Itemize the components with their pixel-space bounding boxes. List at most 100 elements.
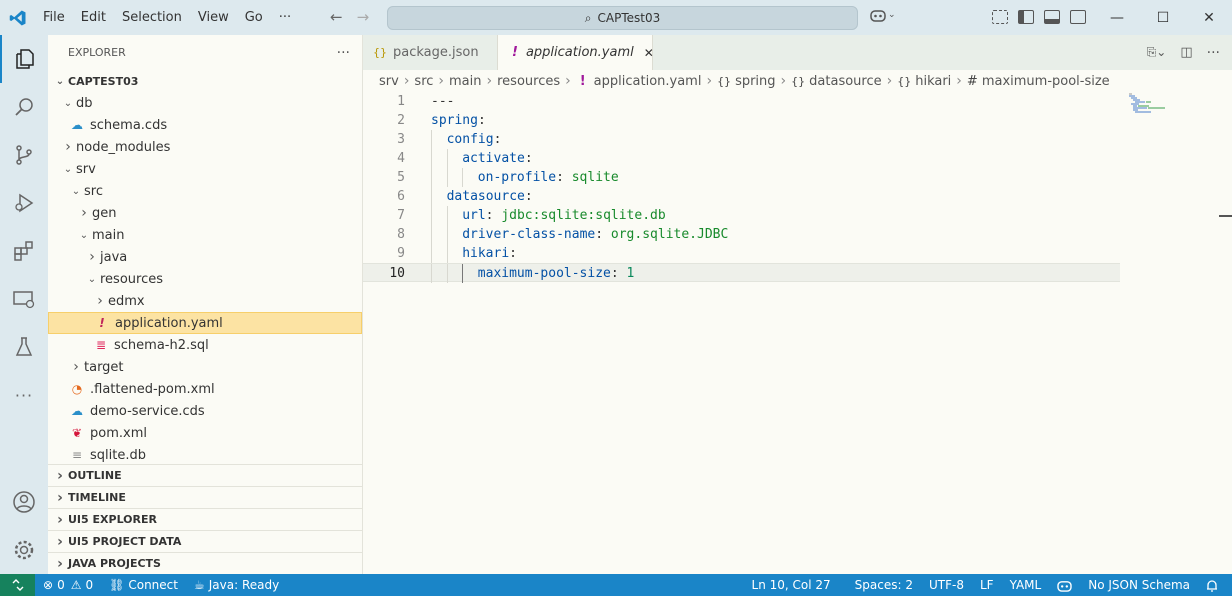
minimap[interactable] [1127,92,1177,116]
toggle-primary-sidebar-icon[interactable] [1018,10,1034,24]
testing-flask-icon[interactable] [0,323,48,371]
tree-file[interactable]: ☁ demo-service.cds [48,400,362,422]
code-line[interactable]: 1 --- [363,92,1120,111]
code-token: : [493,132,502,147]
end-of-line[interactable]: LF [972,578,1002,592]
more-actions-icon[interactable]: ··· [337,45,350,61]
tree-folder[interactable]: ⌄ resources [48,268,362,290]
tree-file[interactable]: ≡ sqlite.db [48,444,362,466]
remote-explorer-icon[interactable] [0,275,48,323]
tree-folder[interactable]: › edmx [48,290,362,312]
json-schema-status[interactable]: No JSON Schema [1080,578,1198,592]
menu-view[interactable]: View [190,0,237,35]
code-editor[interactable]: 1 --- 2 spring: 3 config: 4 activate: 5 on-profil… [363,92,1120,283]
panel-ui5-project-data[interactable]: › UI5 PROJECT DATA [48,530,362,552]
error-count: 0 [57,578,65,592]
tree-folder[interactable]: ⌄ src [48,180,362,202]
panel-label: TIMELINE [68,491,126,504]
breadcrumb-item[interactable]: {} datasource [791,74,881,89]
workspace-root[interactable]: ⌄ CAPTEST03 [48,70,362,92]
menu-bar: File Edit Selection View Go ··· [35,0,299,35]
split-editor-icon[interactable]: ◫ [1180,45,1192,60]
extensions-icon[interactable] [0,227,48,275]
toggle-panel-icon[interactable] [1044,10,1060,24]
code-line[interactable]: 9 hikari: [363,244,1120,263]
tree-folder[interactable]: › target [48,356,362,378]
more-actions-icon[interactable]: ··· [1207,45,1220,61]
search-icon[interactable] [0,83,48,131]
tree-file[interactable]: ❦ pom.xml [48,422,362,444]
customize-layout-icon[interactable] [992,10,1008,24]
breadcrumb-item[interactable]: ! application.yaml [576,74,702,89]
java-status[interactable]: ☕ Java: Ready [186,578,287,592]
indent-guide [462,264,464,283]
run-debug-icon[interactable] [0,179,48,227]
command-center-search[interactable]: ⌕ CAPTest03 [387,6,858,30]
settings-gear-icon[interactable] [0,526,48,574]
back-arrow-icon[interactable]: ← [330,0,343,35]
code-token: activate [462,151,525,166]
indentation[interactable]: Spaces: 2 [847,578,921,592]
menu-go[interactable]: Go [237,0,271,35]
maximize-icon[interactable]: ☐ [1140,0,1186,35]
breadcrumb-item[interactable]: resources [497,74,560,89]
close-tab-icon[interactable]: ✕ [644,46,654,60]
tree-item-label: main [92,227,125,243]
explorer-icon[interactable] [0,35,48,83]
open-preview-icon[interactable]: ⎘⌄ [1147,45,1167,60]
tab-label: application.yaml [525,45,634,60]
forward-arrow-icon[interactable]: → [357,0,370,35]
source-control-icon[interactable] [0,131,48,179]
breadcrumb-item[interactable]: {} spring [717,74,775,89]
accounts-icon[interactable] [0,478,48,526]
toggle-secondary-sidebar-icon[interactable] [1070,10,1086,24]
panel-outline[interactable]: › OUTLINE [48,464,362,486]
panel-ui5-explorer[interactable]: › UI5 EXPLORER [48,508,362,530]
minimize-icon[interactable]: — [1094,0,1140,35]
code-line[interactable]: 5 on-profile: sqlite [363,168,1120,187]
notifications-bell-icon[interactable] [1198,579,1226,592]
encoding[interactable]: UTF-8 [921,578,972,592]
menu-selection[interactable]: Selection [114,0,190,35]
menu-edit[interactable]: Edit [73,0,114,35]
code-line[interactable]: 8 driver-class-name: org.sqlite.JDBC [363,225,1120,244]
tree-folder[interactable]: › node_modules [48,136,362,158]
tree-folder[interactable]: ⌄ db [48,92,362,114]
breadcrumb-item[interactable]: src [414,74,433,89]
language-mode[interactable]: YAML [1002,578,1050,592]
cursor-position[interactable]: Ln 10, Col 27 [744,578,839,592]
tree-folder[interactable]: ⌄ srv [48,158,362,180]
remote-indicator-icon[interactable] [0,574,35,596]
tree-folder[interactable]: ⌄ main [48,224,362,246]
close-icon[interactable]: ✕ [1186,0,1232,35]
java-label: Java: Ready [208,578,280,592]
tree-file[interactable]: ☁ schema.cds [48,114,362,136]
tree-folder[interactable]: › gen [48,202,362,224]
code-line[interactable]: 7 url: jdbc:sqlite:sqlite.db [363,206,1120,225]
copilot-button[interactable]: ⌄ [870,8,896,22]
tree-file[interactable]: ◔ .flattened-pom.xml [48,378,362,400]
breadcrumb-item[interactable]: {} hikari [897,74,951,89]
panel-java-projects[interactable]: › JAVA PROJECTS [48,552,362,574]
tree-folder[interactable]: › java [48,246,362,268]
copilot-status-icon[interactable] [1049,579,1080,592]
problems-status[interactable]: ⊗ 0 ⚠ 0 [35,578,101,592]
code-line[interactable]: 4 activate: [363,149,1120,168]
tree-file[interactable]: ! application.yaml [48,312,362,334]
menu-more[interactable]: ··· [271,0,299,35]
panel-timeline[interactable]: › TIMELINE [48,486,362,508]
workspace-root-label: CAPTEST03 [68,74,139,88]
code-line[interactable]: 2 spring: [363,111,1120,130]
code-line[interactable]: 10 maximum-pool-size: 1 [363,263,1120,283]
breadcrumb-item[interactable]: # maximum-pool-size [967,74,1110,89]
tab-package-json[interactable]: {} package.json [363,35,498,70]
code-line[interactable]: 3 config: [363,130,1120,149]
breadcrumb-item[interactable]: main [449,74,481,89]
more-views-icon[interactable]: ··· [0,371,48,419]
code-line[interactable]: 6 datasource: [363,187,1120,206]
tree-file[interactable]: ≣ schema-h2.sql [48,334,362,356]
menu-file[interactable]: File [35,0,73,35]
connect-status[interactable]: ⛓ Connect [101,578,186,592]
tab-application-yaml[interactable]: ! application.yaml ✕ [498,35,654,70]
breadcrumb-item[interactable]: srv [379,74,399,89]
